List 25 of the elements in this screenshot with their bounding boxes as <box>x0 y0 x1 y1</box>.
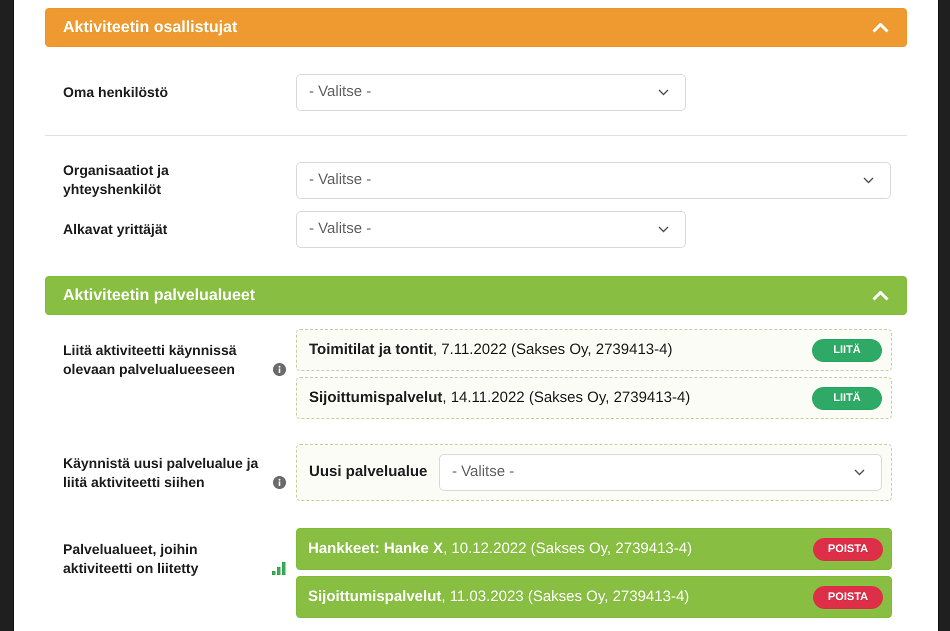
chevron-up-icon <box>872 290 889 300</box>
field-label: Organisaatiot ja yhteyshenkilöt <box>63 161 170 199</box>
dropdown-field[interactable]: - Valitse - <box>296 74 686 111</box>
field-label: Oma henkilöstö <box>63 83 168 102</box>
field-label: Palvelualueet, joihin aktiviteetti on liitetty <box>63 540 200 578</box>
dropdown-field[interactable]: - Valitse - <box>296 162 891 198</box>
chevron-down-icon <box>863 176 874 184</box>
field-label: Uusi palvelualue <box>309 462 428 482</box>
remove-button[interactable]: POISTA <box>813 538 883 560</box>
chevron-up-icon <box>872 22 889 32</box>
service-area-text: Toimitilat ja tontit, 7.11.2022 (Sakses Oy, 2739413-4) <box>309 340 672 360</box>
service-area-text: Sijoittumispalvelut, 11.03.2023 (Sakses Oy, 2739413-4) <box>308 586 690 607</box>
attach-button[interactable]: LIITÄ <box>812 386 882 410</box>
service-area-text: Hankkeet: Hanke X, 10.12.2022 (Sakses Oy, 2739413-4) <box>308 538 692 559</box>
chevron-down-icon <box>658 89 669 96</box>
dropdown-field[interactable]: - Valitse - <box>296 211 686 248</box>
attach-button[interactable]: LIITÄ <box>812 338 882 362</box>
remove-button[interactable]: POISTA <box>813 586 883 608</box>
chevron-down-icon <box>854 469 865 476</box>
field-label: Alkavat yrittäjät <box>63 220 168 239</box>
dropdown-field[interactable]: - Valitse - <box>439 454 882 491</box>
field-label: Liitä aktiviteetti käynnissä olevaan palvelualueeseen <box>63 341 238 379</box>
field-label: Käynnistä uusi palvelualue ja liitä aktiviteetti siihen <box>63 454 260 492</box>
service-area-text: Sijoittumispalvelut, 14.11.2022 (Sakses Oy, 2739413-4) <box>309 388 690 408</box>
chevron-down-icon <box>658 226 669 233</box>
